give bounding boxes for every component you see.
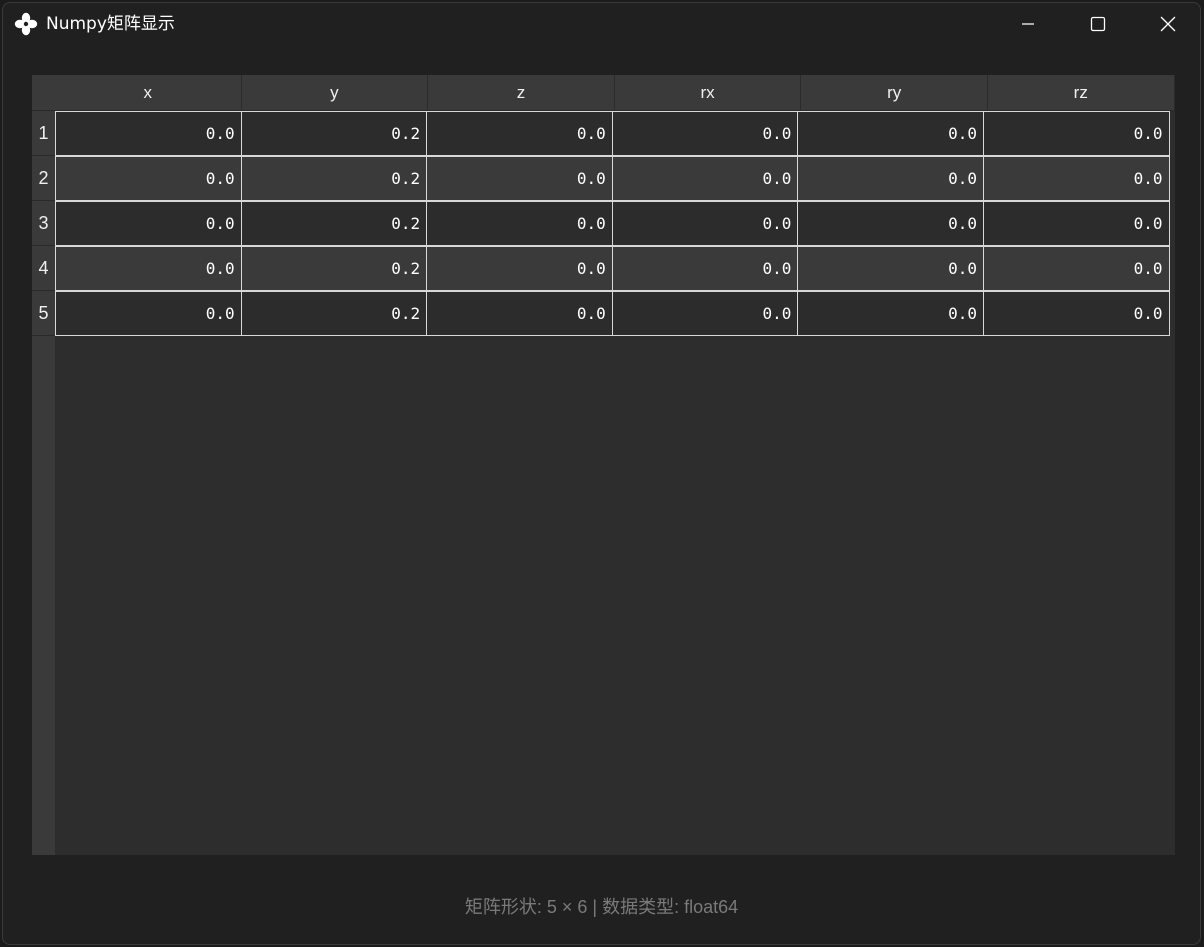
row-header-5[interactable]: 5 <box>32 291 55 336</box>
title-bar[interactable]: Numpy矩阵显示 <box>3 3 1200 45</box>
row-header-3[interactable]: 3 <box>32 201 55 246</box>
table-cell[interactable]: 0.0 <box>982 111 1170 156</box>
minimize-icon <box>1022 23 1034 25</box>
table-cell[interactable]: 0.0 <box>982 291 1170 336</box>
table-cell[interactable]: 0.0 <box>55 201 242 246</box>
table-cell[interactable]: 0.0 <box>55 111 242 156</box>
table-cell[interactable]: 0.2 <box>240 201 428 246</box>
table-cell[interactable]: 0.0 <box>426 246 613 291</box>
table-cell[interactable]: 0.0 <box>426 111 613 156</box>
table-row: 0.0 0.2 0.0 0.0 0.0 0.0 <box>55 291 1175 336</box>
close-button[interactable] <box>1133 3 1200 45</box>
table-row: 0.0 0.2 0.0 0.0 0.0 0.0 <box>55 111 1175 156</box>
table-cell[interactable]: 0.0 <box>611 156 799 201</box>
minimize-button[interactable] <box>993 3 1063 45</box>
table-cell[interactable]: 0.0 <box>982 201 1170 246</box>
table-cell[interactable]: 0.0 <box>426 291 613 336</box>
table-cell[interactable]: 0.0 <box>426 201 613 246</box>
table-cell[interactable]: 0.0 <box>797 111 984 156</box>
column-header-rx[interactable]: rx <box>614 75 802 111</box>
maximize-button[interactable] <box>1063 3 1133 45</box>
column-header-ry[interactable]: ry <box>801 75 988 111</box>
table-cell[interactable]: 0.0 <box>55 291 242 336</box>
app-window: Numpy矩阵显示 x y z rx ry rz 1 0.0 0.2 0.0 0… <box>2 2 1201 945</box>
table-cell[interactable]: 0.0 <box>55 246 242 291</box>
maximize-icon <box>1090 16 1106 32</box>
column-header-row: x y z rx ry rz <box>55 75 1175 111</box>
table-cell[interactable]: 0.0 <box>797 291 984 336</box>
table-corner-button[interactable] <box>32 75 55 111</box>
status-label: 矩阵形状: 5 × 6 | 数据类型: float64 <box>464 897 739 917</box>
table-cell[interactable]: 0.0 <box>611 291 799 336</box>
table-cell[interactable]: 0.0 <box>426 156 613 201</box>
table-row: 0.0 0.2 0.0 0.0 0.0 0.0 <box>55 201 1175 246</box>
table-cell[interactable]: 0.0 <box>797 246 984 291</box>
table-cell[interactable]: 0.2 <box>240 111 428 156</box>
matrix-table[interactable]: x y z rx ry rz 1 0.0 0.2 0.0 0.0 0.0 0.0… <box>32 75 1175 855</box>
table-row: 0.0 0.2 0.0 0.0 0.0 0.0 <box>55 246 1175 291</box>
row-header-1[interactable]: 1 <box>32 111 55 156</box>
column-header-rz[interactable]: rz <box>987 75 1175 111</box>
table-cell[interactable]: 0.0 <box>611 201 799 246</box>
row-header-2[interactable]: 2 <box>32 156 55 201</box>
close-icon <box>1160 16 1176 32</box>
table-cell[interactable]: 0.0 <box>797 201 984 246</box>
table-cell[interactable]: 0.0 <box>982 156 1170 201</box>
table-cell[interactable]: 0.0 <box>611 111 799 156</box>
row-header-4[interactable]: 4 <box>32 246 55 291</box>
table-row: 0.0 0.2 0.0 0.0 0.0 0.0 <box>55 156 1175 201</box>
window-title: Numpy矩阵显示 <box>46 14 175 34</box>
table-cell[interactable]: 0.0 <box>797 156 984 201</box>
column-header-x[interactable]: x <box>55 75 242 111</box>
table-cell[interactable]: 0.0 <box>55 156 242 201</box>
table-cell[interactable]: 0.2 <box>240 291 428 336</box>
pinwheel-icon <box>14 12 38 36</box>
table-cell[interactable]: 0.2 <box>240 156 428 201</box>
table-cell[interactable]: 0.0 <box>611 246 799 291</box>
table-cell[interactable]: 0.0 <box>982 246 1170 291</box>
table-cell[interactable]: 0.2 <box>240 246 428 291</box>
column-header-z[interactable]: z <box>428 75 615 111</box>
column-header-y[interactable]: y <box>241 75 429 111</box>
